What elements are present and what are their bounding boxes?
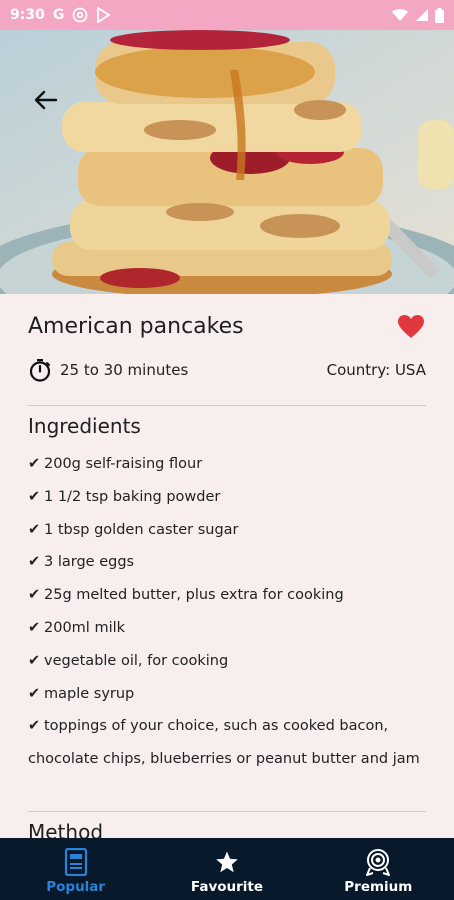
nav-favourite-label: Favourite — [190, 879, 264, 895]
cook-time: 25 to 30 minutes — [60, 361, 189, 379]
check-icon: ✔ — [28, 554, 41, 571]
check-icon: ✔ — [28, 587, 41, 604]
bottom-nav: Popular Favourite Premium — [0, 838, 454, 900]
nav-premium[interactable]: Premium — [303, 838, 454, 900]
check-icon: ✔ — [28, 488, 41, 505]
at-sign-icon — [72, 7, 88, 23]
ingredients-list: ✔ 200g self-raising flour ✔ 1 1/2 tsp baki… — [28, 448, 428, 776]
list-item: ✔ maple syrup — [28, 678, 428, 711]
star-icon — [213, 848, 241, 876]
list-item: ✔ 1 1/2 tsp baking powder — [28, 481, 428, 514]
check-icon: ✔ — [28, 685, 41, 702]
divider — [28, 811, 426, 812]
list-item: ✔ 1 tbsp golden caster sugar — [28, 514, 428, 547]
list-item: ✔ vegetable oil, for cooking — [28, 645, 428, 678]
list-item: ✔ 200ml milk — [28, 612, 428, 645]
status-bar: 9:30 G — [0, 0, 454, 30]
list-item: ✔ 25g melted butter, plus extra for cooki… — [28, 579, 428, 612]
google-icon: G — [52, 7, 65, 23]
title-row: American pancakes — [28, 312, 426, 340]
check-icon: ✔ — [28, 456, 41, 472]
check-icon: ✔ — [28, 619, 41, 636]
signal-icon — [415, 8, 429, 22]
book-icon — [62, 848, 90, 876]
nav-premium-label: Premium — [344, 879, 413, 895]
list-item: ✔ 3 large eggs — [28, 546, 428, 579]
play-store-icon — [96, 7, 111, 23]
recipe-details: American pancakes 25 to 30 minutes Count… — [0, 294, 454, 838]
battery-icon — [435, 7, 444, 23]
badge-icon — [364, 848, 392, 876]
nav-favourite[interactable]: Favourite — [151, 838, 302, 900]
timer-icon — [28, 358, 52, 382]
ingredients-title: Ingredients — [28, 414, 141, 438]
favorite-heart-icon[interactable] — [396, 312, 426, 340]
check-icon: ✔ — [28, 718, 41, 735]
method-title: Method — [28, 820, 104, 838]
country: Country: USA — [326, 361, 426, 379]
list-item: ✔ toppings of your choice, such as cooked… — [28, 710, 428, 776]
nav-popular-label: Popular — [46, 879, 106, 895]
nav-popular[interactable]: Popular — [0, 838, 151, 900]
back-button[interactable] — [30, 86, 62, 114]
recipe-hero-image — [0, 30, 454, 294]
wifi-icon — [391, 8, 409, 22]
status-time: 9:30 — [10, 7, 45, 23]
check-icon: ✔ — [28, 652, 41, 669]
recipe-title: American pancakes — [28, 313, 244, 339]
check-icon: ✔ — [28, 521, 41, 538]
back-arrow-icon — [34, 90, 58, 110]
meta-row: 25 to 30 minutes Country: USA — [28, 358, 426, 382]
divider — [28, 405, 426, 406]
list-item: ✔ 200g self-raising flour — [28, 448, 428, 481]
